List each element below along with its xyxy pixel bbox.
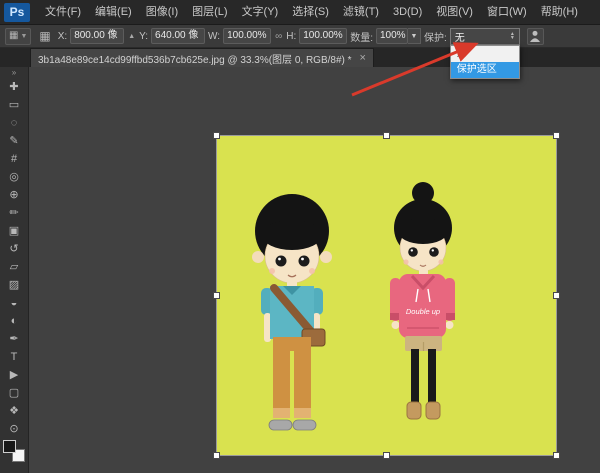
eraser-tool-icon[interactable]: ▱ — [2, 258, 26, 276]
menu-item-6[interactable]: 选择(S) — [285, 0, 336, 25]
relative-position-icon[interactable]: ▲ — [127, 33, 136, 40]
eyedropper-tool-icon[interactable]: ◎ — [2, 168, 26, 186]
protect-option-1[interactable]: 无 — [451, 46, 519, 62]
tool-preset-button[interactable]: ▦ ▼ — [5, 28, 31, 45]
history-brush-tool-icon[interactable]: ↺ — [2, 240, 26, 258]
pen-tool-icon[interactable]: ✒ — [2, 330, 26, 348]
menu-item-7[interactable]: 滤镜(T) — [336, 0, 386, 25]
zoom-tool-icon[interactable]: ⊙ — [2, 420, 26, 438]
menu-item-10[interactable]: 窗口(W) — [480, 0, 534, 25]
blur-tool-icon[interactable]: ◒ — [2, 294, 26, 312]
h-input[interactable]: 100.00% — [299, 28, 347, 44]
transform-handle-top-left[interactable] — [213, 132, 220, 139]
document-tab[interactable]: 3b1a48e89ce14cd99ffbd536b7cb625e.jpg @ 3… — [30, 48, 374, 67]
transform-handle-top-right[interactable] — [553, 132, 560, 139]
chevron-down-icon: ▼ — [20, 33, 27, 40]
toolbar-collapse-icon[interactable]: » — [0, 68, 28, 78]
menu-item-9[interactable]: 视图(V) — [429, 0, 480, 25]
gradient-tool-icon[interactable]: ▨ — [2, 276, 26, 294]
color-swatches[interactable] — [3, 440, 25, 462]
menu-item-2[interactable]: 编辑(E) — [88, 0, 139, 25]
menu-item-4[interactable]: 图层(L) — [185, 0, 234, 25]
transform-handle-top-center[interactable] — [383, 132, 390, 139]
amount-dropdown-arrow-icon[interactable]: ▼ — [408, 28, 421, 44]
move-tool-icon[interactable]: ✚ — [2, 78, 26, 96]
boy-character — [252, 194, 332, 430]
protect-dropdown[interactable]: 无 ▲▼ 无保护选区 — [450, 28, 520, 45]
menu-item-5[interactable]: 文字(Y) — [235, 0, 286, 25]
reference-point-icon[interactable]: ▦ — [39, 31, 50, 41]
tools-list: ✚▭◌✎#◎⊕✏▣↺▱▨◒◐✒T▶▢❖⊙ — [2, 78, 26, 438]
x-input[interactable]: 800.00 像 — [70, 28, 124, 44]
protect-dropdown-list: 无保护选区 — [450, 45, 520, 79]
menu-item-11[interactable]: 帮助(H) — [534, 0, 585, 25]
marquee-tool-icon[interactable]: ▭ — [2, 96, 26, 114]
lasso-tool-icon[interactable]: ◌ — [2, 114, 26, 132]
shape-tool-icon[interactable]: ▢ — [2, 384, 26, 402]
clone-stamp-tool-icon[interactable]: ▣ — [2, 222, 26, 240]
girl-character: Double up — [390, 182, 455, 419]
protect-option-2[interactable]: 保护选区 — [451, 62, 519, 78]
menu-bar: Ps 文件(F)编辑(E)图像(I)图层(L)文字(Y)选择(S)滤镜(T)3D… — [0, 0, 600, 25]
path-selection-tool-icon[interactable]: ▶ — [2, 366, 26, 384]
h-label: H: — [286, 31, 296, 42]
menu-item-8[interactable]: 3D(D) — [386, 0, 429, 25]
photoshop-logo: Ps — [4, 3, 30, 22]
document-image[interactable]: Double up — [217, 136, 556, 455]
person-icon — [529, 30, 541, 43]
transform-handle-bottom-center[interactable] — [383, 452, 390, 459]
y-input[interactable]: 640.00 像 — [151, 28, 205, 44]
updown-arrows-icon: ▲▼ — [510, 32, 515, 40]
link-dimensions-icon[interactable]: ∞ — [274, 31, 283, 42]
workspace: » ✚▭◌✎#◎⊕✏▣↺▱▨◒◐✒T▶▢❖⊙ — [0, 67, 600, 473]
foreground-color-swatch[interactable] — [3, 440, 16, 453]
x-label: X: — [58, 31, 67, 42]
hoodie-text: Double up — [406, 307, 440, 316]
y-label: Y: — [139, 31, 148, 42]
amount-input[interactable]: 100% — [376, 28, 408, 44]
w-label: W: — [208, 31, 220, 42]
document-tab-title: 3b1a48e89ce14cd99ffbd536b7cb625e.jpg @ 3… — [38, 51, 352, 66]
menu-item-1[interactable]: 文件(F) — [38, 0, 88, 25]
dodge-tool-icon[interactable]: ◐ — [2, 312, 26, 330]
type-tool-icon[interactable]: T — [2, 348, 26, 366]
hand-tool-icon[interactable]: ❖ — [2, 402, 26, 420]
w-input[interactable]: 100.00% — [223, 28, 271, 44]
options-bar: ▦ ▼ ▦ X: 800.00 像 ▲ Y: 640.00 像 W: 100.0… — [0, 25, 600, 48]
crop-tool-icon[interactable]: # — [2, 150, 26, 168]
protect-label: 保护: — [424, 29, 447, 44]
protect-skin-tones-button[interactable] — [527, 28, 544, 45]
healing-brush-tool-icon[interactable]: ⊕ — [2, 186, 26, 204]
transform-handle-mid-right[interactable] — [553, 292, 560, 299]
transform-handle-mid-left[interactable] — [213, 292, 220, 299]
amount-label: 数量: — [350, 29, 373, 44]
quick-selection-tool-icon[interactable]: ✎ — [2, 132, 26, 150]
cartoon-characters-illustration: Double up — [217, 136, 556, 455]
tools-panel: » ✚▭◌✎#◎⊕✏▣↺▱▨◒◐✒T▶▢❖⊙ — [0, 67, 29, 473]
menu-item-3[interactable]: 图像(I) — [139, 0, 185, 25]
protect-dropdown-value: 无 — [455, 29, 465, 44]
brush-tool-icon[interactable]: ✏ — [2, 204, 26, 222]
menu-items: 文件(F)编辑(E)图像(I)图层(L)文字(Y)选择(S)滤镜(T)3D(D)… — [38, 0, 585, 25]
transform-handle-bottom-left[interactable] — [213, 452, 220, 459]
content-aware-scale-icon: ▦ — [9, 31, 18, 41]
transform-handle-bottom-right[interactable] — [553, 452, 560, 459]
tab-close-icon[interactable]: × — [360, 53, 366, 63]
canvas-area[interactable]: Double up — [29, 67, 600, 473]
